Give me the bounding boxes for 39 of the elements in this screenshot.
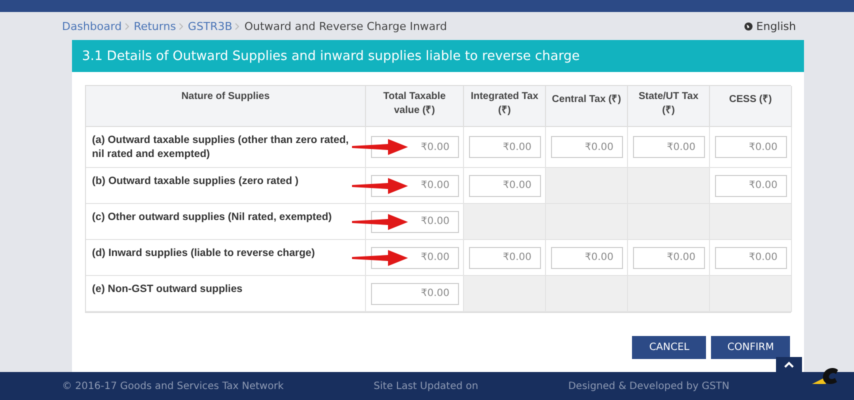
language-selector[interactable]: English (744, 20, 796, 32)
copyright-text: © 2016-17 Goods and Services Tax Network (62, 380, 284, 392)
chevron-up-icon (784, 361, 794, 368)
amount-field[interactable]: ₹0.00 (468, 246, 540, 268)
column-header: Nature of Supplies (86, 86, 366, 127)
amount-field[interactable]: ₹0.00 (370, 282, 458, 304)
chevron-icon (235, 22, 240, 30)
amount-field[interactable]: ₹0.00 (714, 136, 786, 158)
row-label: (b) Outward taxable supplies (zero rated ) (91, 174, 300, 188)
chevron-icon (124, 22, 129, 30)
amount-field[interactable]: ₹0.00 (632, 246, 704, 268)
developer-text: Designed & Developed by GSTN (568, 380, 730, 392)
amount-field[interactable]: ₹0.00 (550, 246, 622, 268)
column-header: Total Taxable value (₹) (366, 86, 464, 127)
cancel-button[interactable]: CANCEL (632, 336, 706, 359)
breadcrumb-link[interactable]: Returns (134, 20, 176, 32)
amount-field[interactable]: ₹0.00 (632, 136, 704, 158)
panel-title: 3.1 Details of Outward Supplies and inward supplies liable to reverse charge (72, 40, 804, 72)
row-label: (d) Inward supplies (liable to reverse charge) (91, 246, 316, 260)
amount-field[interactable]: ₹0.00 (714, 246, 786, 268)
amount-field[interactable]: ₹0.00 (468, 136, 540, 158)
breadcrumb-current: Outward and Reverse Charge Inward (244, 20, 447, 32)
scroll-top-button[interactable] (776, 357, 802, 372)
confirm-button[interactable]: CONFIRM (711, 336, 790, 359)
amount-field[interactable]: ₹0.00 (714, 174, 786, 196)
row-label: (a) Outward taxable supplies (other than zero rated, nil rated and exempted) (91, 133, 350, 161)
amount-field[interactable]: ₹0.00 (550, 136, 622, 158)
amount-field[interactable]: ₹0.00 (468, 174, 540, 196)
breadcrumb-link[interactable]: Dashboard (62, 20, 122, 32)
last-updated-text: Site Last Updated on (374, 380, 478, 392)
column-header: CESS (₹) (710, 86, 792, 127)
chevron-icon (178, 22, 183, 30)
column-header: Integrated Tax (₹) (464, 86, 546, 127)
column-header: State/UT Tax (₹) (628, 86, 710, 127)
globe-icon (744, 22, 754, 30)
row-label: (e) Non-GST outward supplies (91, 282, 244, 296)
breadcrumb-link[interactable]: GSTR3B (188, 20, 232, 32)
row-label: (c) Other outward supplies (Nil rated, exempted) (91, 210, 333, 224)
column-header: Central Tax (₹) (546, 86, 628, 127)
